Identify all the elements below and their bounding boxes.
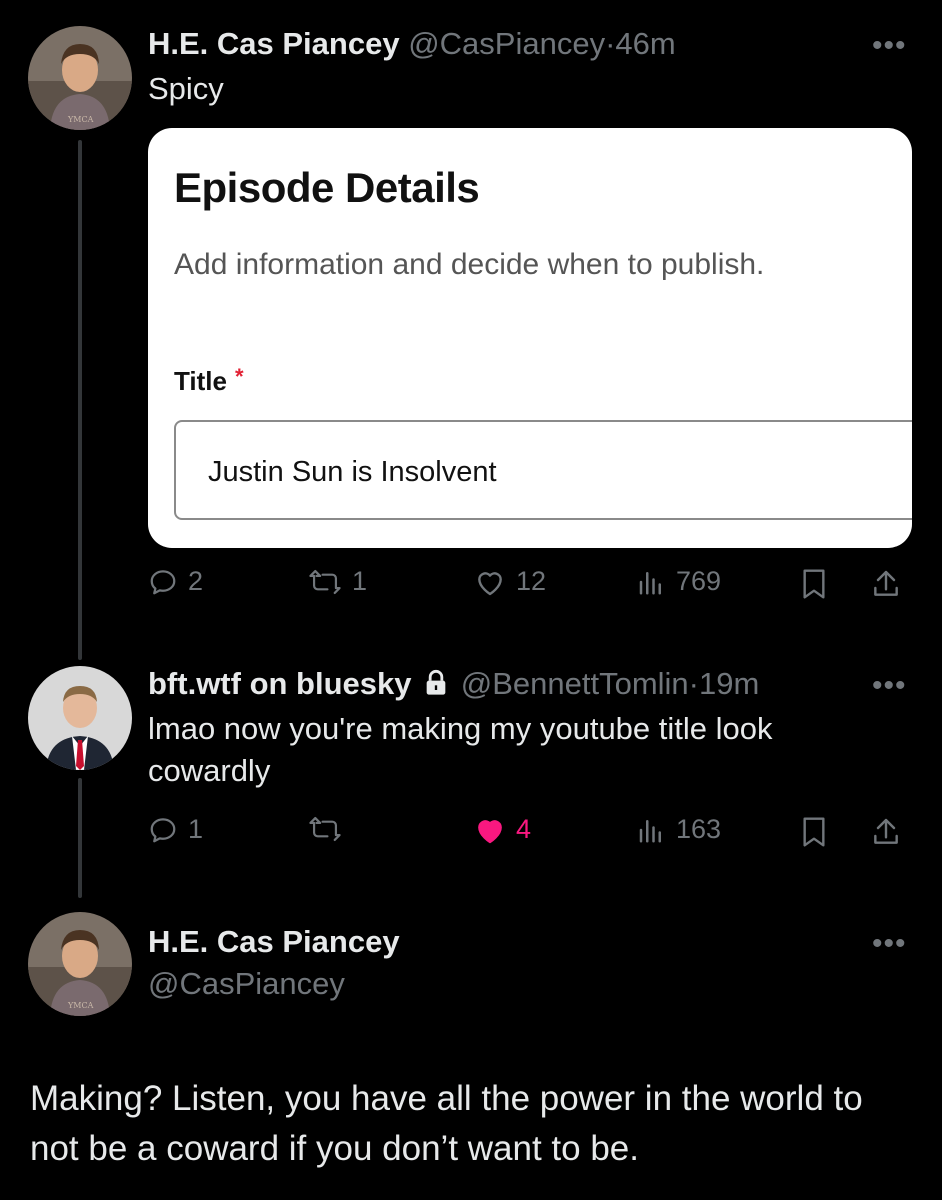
more-options-icon[interactable]: ••• [872,31,907,61]
retweet-button[interactable] [308,814,352,844]
share-button[interactable] [870,568,902,600]
share-icon [874,570,898,596]
retweet-icon [309,816,341,842]
author-handle[interactable]: @CasPiancey [408,26,605,61]
required-mark: * [234,364,244,389]
svg-text:YMCA: YMCA [67,115,94,124]
svg-text:YMCA: YMCA [67,1001,94,1010]
time-separator: · [688,666,699,701]
like-button[interactable]: 12 [474,566,546,597]
author-handle[interactable]: @CasPiancey [148,966,345,1002]
like-count: 12 [516,566,547,596]
views-icon [639,571,661,594]
reply-icon [150,569,176,594]
author-name[interactable]: H.E. Cas Piancey [148,924,400,960]
avatar[interactable] [28,666,132,770]
time-separator: · [605,26,616,61]
thread-line [78,778,82,898]
share-button[interactable] [870,816,902,848]
author-handle[interactable]: @BennettTomlin [461,666,689,701]
views-button[interactable]: 163 [636,814,721,845]
author-name[interactable]: H.E. Cas Piancey [148,26,400,61]
tweet-text: Making? Listen, you have all the power i… [30,1079,863,1168]
bookmark-icon [803,817,825,847]
reply-icon [150,817,176,842]
view-count: 769 [676,566,722,596]
field-label: Title * [174,364,244,397]
timestamp[interactable]: 19m [699,666,759,701]
card-title: Episode Details [174,164,480,211]
tweet-text: Spicy [148,71,224,106]
thread-line [78,140,82,660]
reply-count: 1 [188,814,204,844]
reply-button[interactable]: 2 [148,566,203,597]
reply-button[interactable]: 1 [148,814,203,845]
avatar[interactable]: YMCA [28,26,132,130]
card-subtitle: Add information and decide when to publi… [174,248,765,281]
timestamp[interactable]: 46m [615,26,675,61]
retweet-button[interactable]: 1 [308,566,367,597]
tweet-header: H.E. Cas Piancey @CasPiancey·46m [148,26,676,62]
lock-icon [426,669,446,695]
share-icon [874,818,898,844]
title-field-value: Justin Sun is Insolvent [208,456,497,488]
field-label-text: Title [174,366,227,396]
tweet-text: lmao now you're making my youtube title … [148,711,773,788]
media-card[interactable]: Episode Details Add information and deci… [148,128,912,548]
retweet-icon [309,569,341,594]
heart-filled-icon [478,819,502,843]
heart-icon [478,571,502,595]
views-button[interactable]: 769 [636,566,721,597]
like-count: 4 [516,814,532,844]
views-icon [639,819,661,842]
bookmark-button[interactable] [800,816,828,848]
more-options-icon[interactable]: ••• [872,671,907,701]
view-count: 163 [676,814,722,844]
author-name[interactable]: bft.wtf on bluesky [148,666,412,701]
tweet-header: bft.wtf on bluesky @BennettTomlin·19m [148,666,759,702]
bookmark-button[interactable] [800,568,828,600]
title-field: Justin Sun is Insolvent [174,420,912,520]
more-options-icon[interactable]: ••• [872,929,907,959]
retweet-count: 1 [352,566,368,596]
reply-count: 2 [188,566,204,596]
like-button[interactable]: 4 [474,814,531,845]
bookmark-icon [803,569,825,599]
avatar[interactable]: YMCA [28,912,132,1016]
